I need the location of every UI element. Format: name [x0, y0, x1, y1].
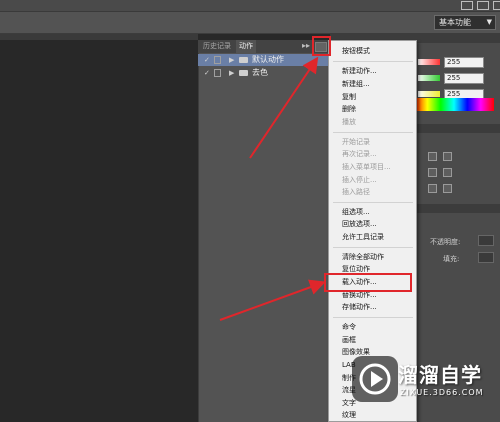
arrow-to-load-actions [219, 279, 326, 321]
arrow-to-menu-button [249, 56, 319, 159]
play-logo-icon [352, 356, 398, 402]
watermark-subtitle: ZIXUE.3D66.COM [400, 388, 484, 397]
watermark: 溜溜自学 ZIXUE.3D66.COM [352, 352, 500, 412]
watermark-title: 溜溜自学 [398, 363, 482, 387]
